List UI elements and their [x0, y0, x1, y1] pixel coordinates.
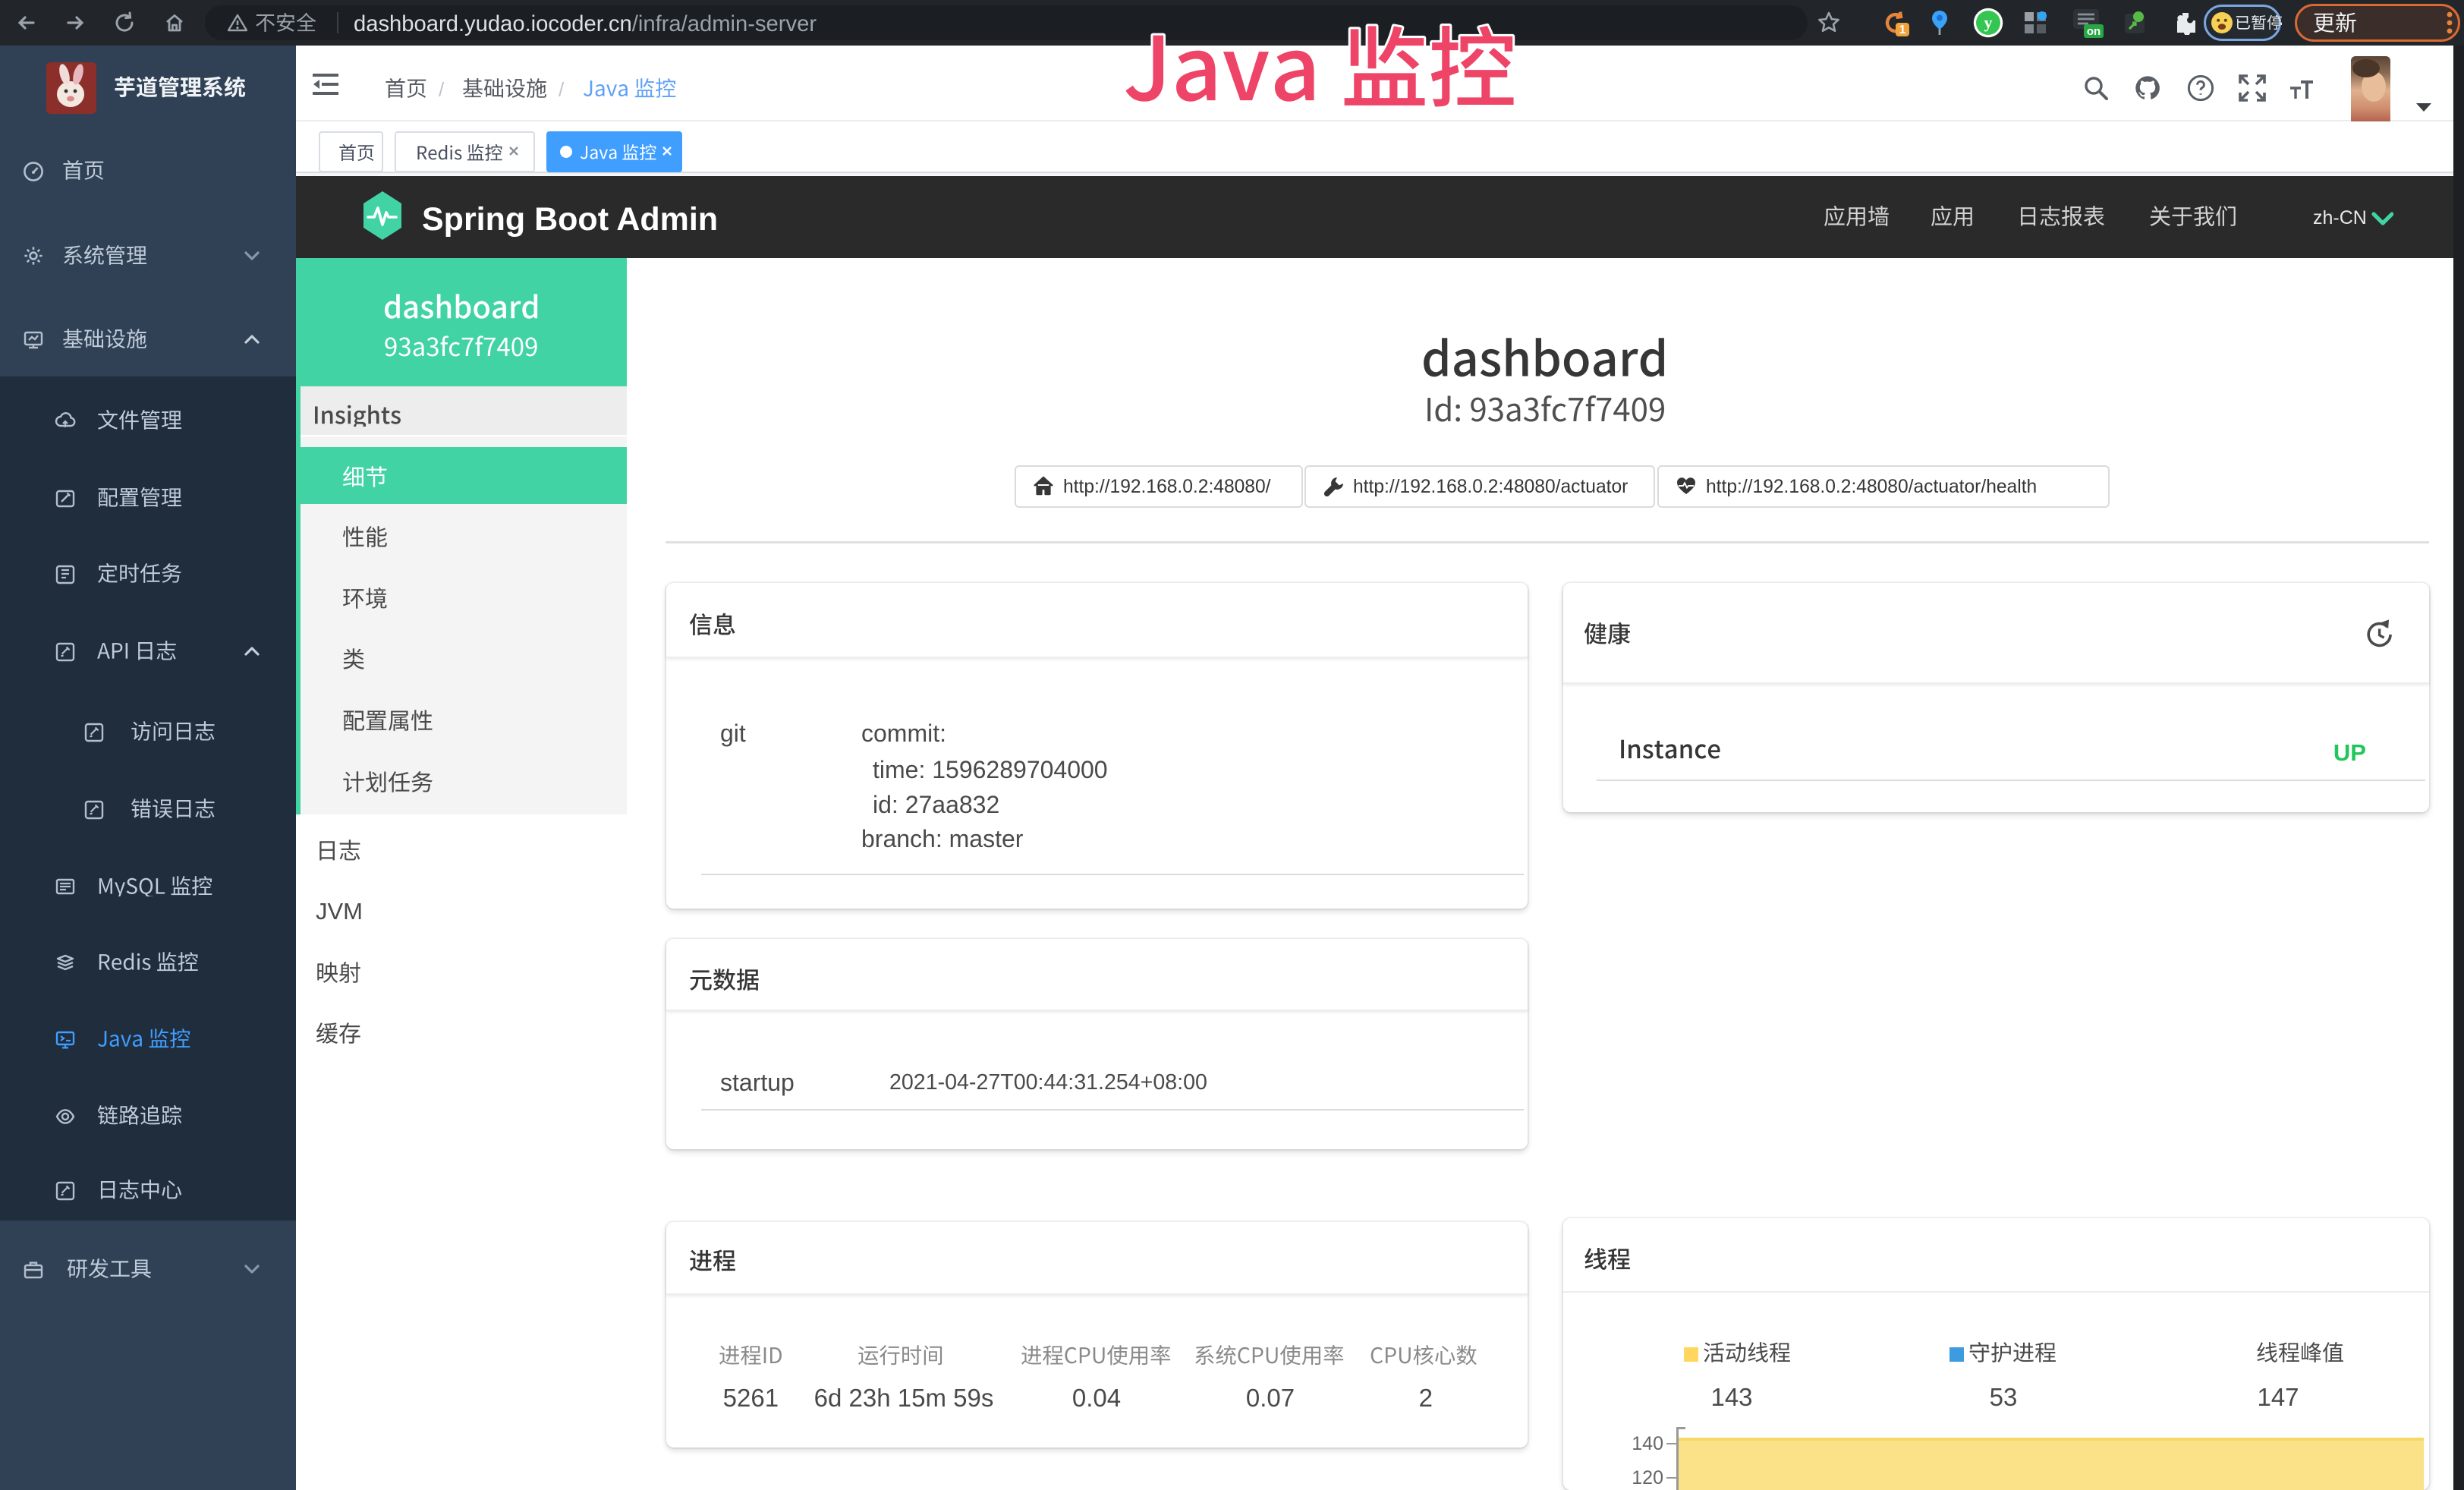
svg-text:on: on — [2087, 25, 2101, 38]
svg-text:1: 1 — [1899, 24, 1906, 36]
svg-text:y: y — [1984, 13, 1993, 32]
